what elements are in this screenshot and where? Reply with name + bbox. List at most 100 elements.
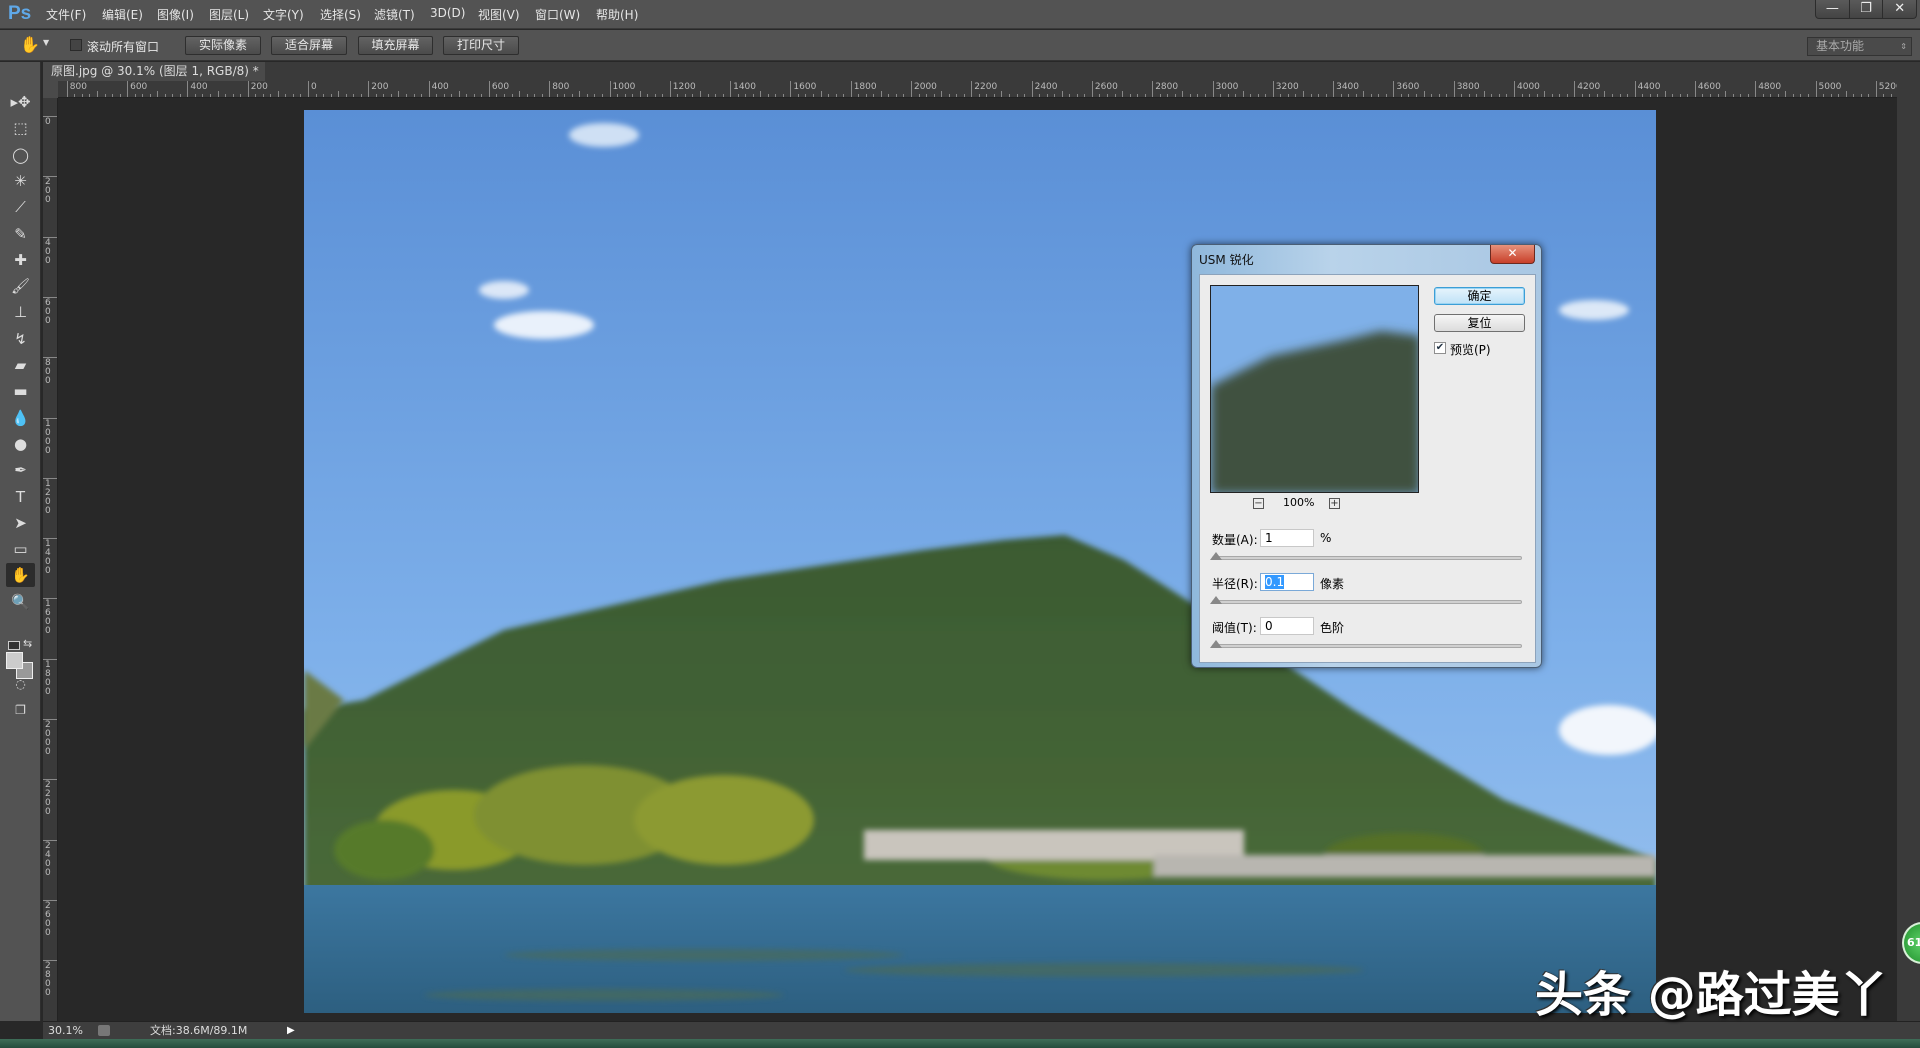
ruler-tick <box>669 81 671 97</box>
ruler-tick <box>66 81 68 97</box>
menu-item[interactable]: 图像(I) <box>157 6 194 23</box>
threshold-unit: 色阶 <box>1320 621 1345 635</box>
hand-tool-icon[interactable]: ✋ <box>20 35 40 54</box>
ruler-origin[interactable] <box>43 81 58 98</box>
threshold-input[interactable]: 0 <box>1260 617 1314 635</box>
ruler-tick <box>1574 81 1576 97</box>
threshold-slider-thumb[interactable] <box>1210 640 1222 648</box>
vertical-scrollbar[interactable] <box>1897 81 1920 1021</box>
close-button[interactable]: ✕ <box>1882 0 1916 18</box>
menu-item[interactable]: 图层(L) <box>209 6 249 23</box>
swap-colors-icon[interactable]: ⇆ <box>23 637 32 650</box>
radius-label: 半径(R): <box>1212 577 1258 591</box>
dialog-close-button[interactable]: ✕ <box>1490 245 1535 264</box>
zoom-out-button[interactable]: − <box>1253 498 1264 509</box>
zoom-tool-icon[interactable]: 🔍 <box>6 590 35 614</box>
healing-tool-icon[interactable]: ✚ <box>6 248 35 272</box>
eyedropper-tool-icon[interactable]: ✎ <box>6 222 35 246</box>
menu-item[interactable]: 选择(S) <box>320 6 361 23</box>
ruler-label: 3200 <box>1275 82 1299 92</box>
ruler-tick <box>368 81 370 97</box>
pen-tool-icon[interactable]: ✒ <box>6 458 35 482</box>
dodge-tool-icon[interactable]: ● <box>6 432 35 456</box>
restore-button[interactable]: ❐ <box>1848 0 1883 18</box>
radius-slider[interactable] <box>1212 600 1522 604</box>
amount-slider-thumb[interactable] <box>1210 552 1222 560</box>
menu-item[interactable]: 帮助(H) <box>596 6 638 23</box>
foreground-color-swatch[interactable] <box>6 652 23 669</box>
ruler-label: 4000 <box>1517 82 1540 92</box>
type-tool-icon[interactable]: T <box>6 485 35 509</box>
radius-unit: 像素 <box>1320 577 1345 591</box>
status-icon[interactable] <box>98 1025 110 1036</box>
stamp-tool-icon[interactable]: ⊥ <box>6 300 35 324</box>
ruler-label: 1400 <box>733 82 756 92</box>
menu-item[interactable]: 窗口(W) <box>535 6 580 23</box>
path-select-tool-icon[interactable]: ➤ <box>6 511 35 535</box>
menu-item[interactable]: 滤镜(T) <box>374 6 415 23</box>
print-size-button[interactable]: 打印尺寸 <box>443 36 519 55</box>
gradient-tool-icon[interactable]: ▬ <box>6 379 35 403</box>
history-brush-tool-icon[interactable]: ↯ <box>6 327 35 351</box>
ruler-minor-tick <box>1061 91 1063 97</box>
brush-tool-icon[interactable]: 🖌 <box>6 274 35 298</box>
status-menu-arrow-icon[interactable]: ▶ <box>287 1022 295 1039</box>
amount-input[interactable]: 1 <box>1260 529 1314 547</box>
ruler-label: 1200 <box>672 82 696 92</box>
fill-screen-button[interactable]: 填充屏幕 <box>358 36 433 55</box>
ruler-minor-tick <box>519 91 521 97</box>
eraser-tool-icon[interactable]: ▰ <box>6 353 35 377</box>
ruler-tick <box>1755 81 1757 97</box>
screen-mode-icon[interactable]: ❐ <box>6 698 35 722</box>
marquee-tool-icon[interactable]: ⬚ <box>6 116 35 140</box>
menu-item[interactable]: 文字(Y) <box>263 6 304 23</box>
menu-item[interactable]: 文件(F) <box>46 6 86 23</box>
menu-item[interactable]: 编辑(E) <box>102 6 143 23</box>
menu-item[interactable]: 视图(V) <box>478 6 520 23</box>
amount-slider[interactable] <box>1212 556 1522 560</box>
lasso-tool-icon[interactable]: ◯ <box>6 143 35 167</box>
scroll-all-windows-label: 滚动所有窗口 <box>87 40 160 54</box>
ruler-tick <box>1514 81 1515 97</box>
vertical-ruler[interactable]: 0 200 400 600 800 1000 1200 1400 1600 1800 2000 220… <box>43 98 58 1021</box>
ruler-label: 1800 <box>853 82 877 92</box>
blur-tool-icon[interactable]: 💧 <box>6 406 35 430</box>
ruler-tick <box>127 81 129 97</box>
ruler-minor-tick <box>217 91 219 97</box>
radius-slider-thumb[interactable] <box>1210 596 1222 604</box>
zoom-in-button[interactable]: + <box>1329 498 1340 509</box>
workspace-value: 基本功能 <box>1816 39 1865 53</box>
preview-window[interactable] <box>1210 285 1419 493</box>
fit-screen-button[interactable]: 适合屏幕 <box>271 36 347 55</box>
scroll-all-windows-checkbox[interactable] <box>70 39 82 51</box>
ruler-minor-tick <box>1544 91 1546 97</box>
threshold-slider[interactable] <box>1212 644 1522 648</box>
radius-input[interactable]: 0.1 <box>1260 573 1314 591</box>
hand-tool-icon[interactable]: ✋ <box>6 563 35 588</box>
preview-checkbox[interactable]: ✔ <box>1434 342 1446 354</box>
minimize-button[interactable]: — <box>1816 0 1849 18</box>
document-tab[interactable]: 原图.jpg @ 30.1% (图层 1, RGB/8) * × <box>43 62 265 97</box>
ok-button[interactable]: 确定 <box>1434 287 1525 305</box>
zoom-level[interactable]: 30.1% <box>48 1022 83 1039</box>
preview-image <box>1211 331 1418 492</box>
reset-button[interactable]: 复位 <box>1434 314 1525 332</box>
menu-item[interactable]: 3D(D) <box>430 6 465 20</box>
quick-mask-icon[interactable]: ◌ <box>6 672 35 696</box>
quick-select-tool-icon[interactable]: ✳ <box>6 169 35 193</box>
ruler-tick <box>1212 81 1214 97</box>
crop-tool-icon[interactable]: ⟋ <box>6 195 35 219</box>
shape-tool-icon[interactable]: ▭ <box>6 537 35 561</box>
ruler-label: 200 <box>371 82 389 92</box>
horizontal-ruler[interactable]: 800 600 400 200 0 200 400 600 800 1000 1200 1400 160… <box>58 81 1897 98</box>
dialog-title: USM 锐化 <box>1199 253 1254 267</box>
ruler-label: 1400 <box>45 539 51 577</box>
move-tool-icon[interactable]: ▸✥ <box>6 90 35 114</box>
workspace-select[interactable]: 基本功能 ⇕ <box>1807 37 1912 56</box>
tool-preset-dropdown-icon[interactable]: ▼ <box>43 38 49 47</box>
ruler-tick <box>308 81 309 97</box>
actual-pixels-button[interactable]: 实际像素 <box>185 36 261 55</box>
ruler-label: 1600 <box>793 82 817 92</box>
menu-bar: Ps — ❐ ✕ 文件(F) 编辑(E) 图像(I) 图层(L) 文字(Y) 选择(S) 滤… <box>0 0 1920 29</box>
default-colors-icon[interactable] <box>8 641 20 650</box>
